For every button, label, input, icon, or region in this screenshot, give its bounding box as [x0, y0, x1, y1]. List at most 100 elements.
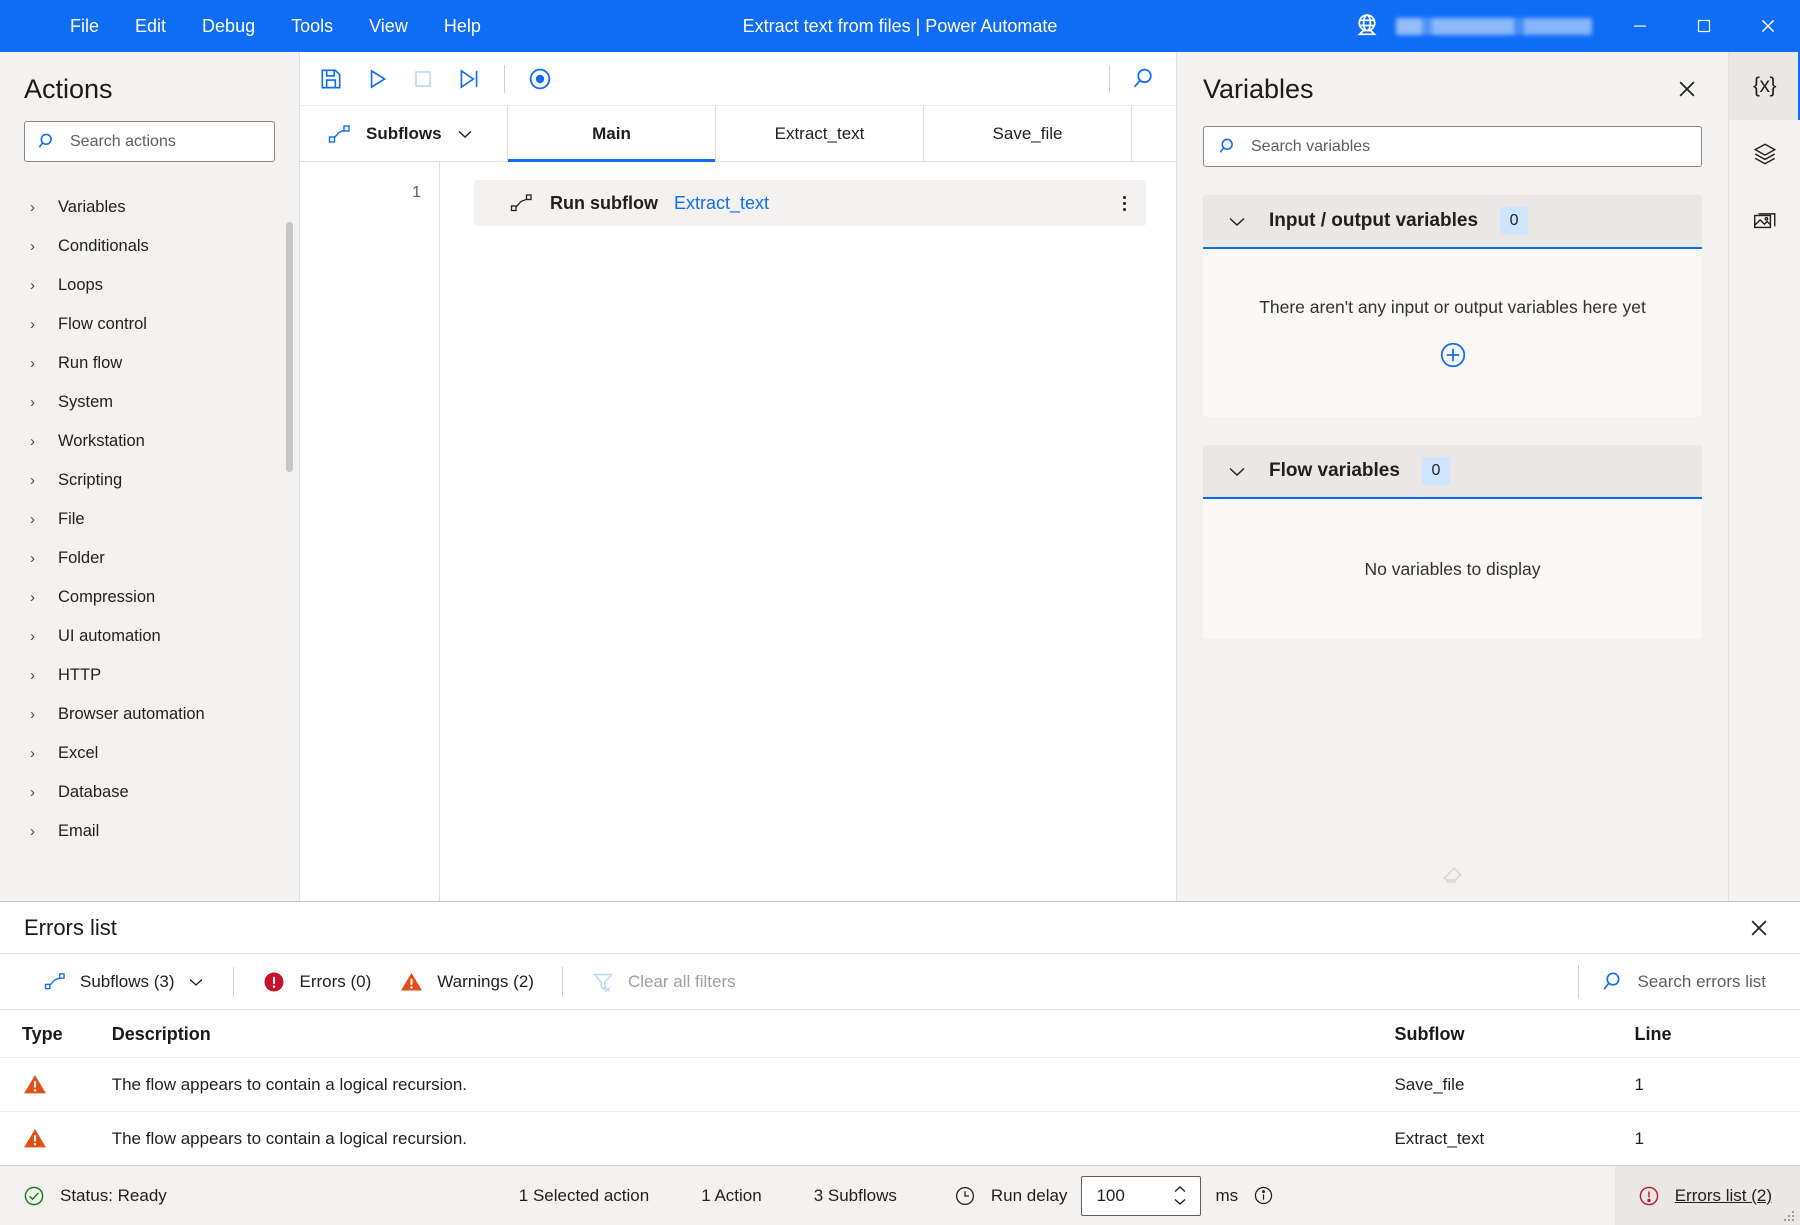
filter-label: Subflows (3) — [80, 971, 175, 991]
menu-view[interactable]: View — [351, 10, 426, 43]
flow-variables-header[interactable]: Flow variables 0 — [1203, 445, 1702, 499]
run-next-action-icon[interactable] — [446, 59, 492, 99]
tab-save-file[interactable]: Save_file — [924, 106, 1132, 161]
flow-variables-group: Flow variables 0 No variables to display — [1203, 445, 1702, 639]
subflows-label: Subflows — [366, 123, 442, 143]
close-icon[interactable] — [1738, 911, 1780, 945]
group-count-badge: 0 — [1421, 457, 1450, 485]
designer-toolbar — [300, 52, 1176, 106]
line-number: 1 — [412, 184, 421, 201]
tab-main[interactable]: Main — [508, 106, 716, 162]
actions-group-scripting[interactable]: › Scripting — [0, 461, 299, 500]
rail-ui-elements-icon[interactable] — [1729, 120, 1800, 188]
search-icon[interactable] — [1120, 59, 1166, 99]
chevron-down-icon — [1227, 215, 1247, 228]
actions-group-conditionals[interactable]: › Conditionals — [0, 227, 299, 266]
save-icon[interactable] — [308, 59, 354, 99]
add-variable-icon[interactable] — [1438, 340, 1468, 370]
actions-group-file[interactable]: › File — [0, 500, 299, 539]
actions-group-email[interactable]: › Email — [0, 812, 299, 851]
chevron-right-icon: › — [30, 745, 35, 762]
empty-message: No variables to display — [1364, 558, 1541, 579]
actions-group-label: HTTP — [58, 666, 102, 684]
actions-scrollbar-thumb[interactable] — [286, 222, 293, 472]
subflow-icon — [510, 193, 534, 213]
group-count-badge: 0 — [1500, 207, 1529, 235]
errors-list-heading: Errors list — [24, 914, 117, 940]
search-actions-input[interactable]: Search actions — [24, 121, 275, 162]
table-row[interactable]: The flow appears to contain a logical re… — [0, 1111, 1800, 1165]
actions-group-label: Browser automation — [58, 705, 205, 723]
actions-group-folder[interactable]: › Folder — [0, 539, 299, 578]
actions-group-variables[interactable]: › Variables — [0, 188, 299, 227]
clear-all-filters-button[interactable]: Clear all filters — [577, 964, 750, 1000]
menu-debug[interactable]: Debug — [184, 10, 273, 43]
action-row-run-subflow[interactable]: Run subflow Extract_text — [474, 180, 1146, 226]
subflow-count: 3 Subflows — [813, 1185, 897, 1205]
run-delay-stepper[interactable]: 100 — [1081, 1175, 1202, 1216]
actions-group-label: Folder — [58, 549, 105, 567]
errors-list-status-button[interactable]: Errors list (2) — [1614, 1166, 1800, 1225]
action-label: Run subflow — [550, 192, 658, 213]
rail-variables-icon[interactable]: {x} — [1728, 52, 1800, 120]
menu-help[interactable]: Help — [426, 10, 499, 43]
info-icon[interactable] — [1252, 1184, 1275, 1207]
actions-group-http[interactable]: › HTTP — [0, 656, 299, 695]
input-output-variables-body: There aren't any input or output variabl… — [1203, 249, 1702, 417]
action-more-menu-icon[interactable] — [1117, 190, 1132, 217]
input-output-variables-header[interactable]: Input / output variables 0 — [1203, 195, 1702, 249]
table-row[interactable]: The flow appears to contain a logical re… — [0, 1057, 1800, 1112]
actions-group-workstation[interactable]: › Workstation — [0, 422, 299, 461]
right-rail: {x} — [1728, 52, 1800, 901]
menu-tools[interactable]: Tools — [273, 10, 351, 43]
minimize-button[interactable] — [1608, 0, 1672, 52]
row-description-cell: The flow appears to contain a logical re… — [111, 1057, 1395, 1112]
actions-group-run-flow[interactable]: › Run flow — [0, 344, 299, 383]
maximize-button[interactable] — [1672, 0, 1736, 52]
actions-group-browser-automation[interactable]: › Browser automation — [0, 695, 299, 734]
chevron-right-icon: › — [30, 784, 35, 801]
account-area[interactable] — [1352, 11, 1608, 41]
errors-list-status-label: Errors list (2) — [1674, 1185, 1772, 1205]
chevron-down-icon — [1227, 465, 1247, 478]
chevron-right-icon: › — [30, 628, 35, 645]
actions-group-label: Flow control — [58, 315, 147, 333]
actions-group-system[interactable]: › System — [0, 383, 299, 422]
rail-images-icon[interactable] — [1729, 188, 1800, 256]
actions-group-excel[interactable]: › Excel — [0, 734, 299, 773]
stepper-arrows[interactable] — [1172, 1177, 1188, 1215]
eraser-icon[interactable] — [1438, 859, 1468, 887]
record-icon[interactable] — [517, 59, 563, 99]
clear-all-filters-label: Clear all filters — [627, 971, 736, 991]
run-icon[interactable] — [354, 59, 400, 99]
stop-icon[interactable] — [400, 59, 446, 99]
actions-group-flow-control[interactable]: › Flow control — [0, 305, 299, 344]
group-title: Flow variables — [1269, 460, 1400, 481]
filter-warnings[interactable]: Warnings (2) — [385, 964, 548, 1000]
resize-grip[interactable] — [1780, 1207, 1796, 1223]
variables-pane: Variables Search variables Input / outpu… — [1176, 52, 1728, 901]
subflows-dropdown[interactable]: Subflows — [300, 106, 508, 161]
row-type-cell — [0, 1057, 112, 1112]
errors-table-header-row: Type Description Subflow Line — [0, 1010, 1800, 1058]
search-errors-input[interactable]: Search errors list — [1601, 970, 1800, 993]
chevron-right-icon: › — [30, 394, 35, 411]
column-header-type: Type — [0, 1010, 112, 1058]
close-icon[interactable] — [1668, 72, 1706, 106]
filter-errors[interactable]: Errors (0) — [248, 964, 385, 1000]
chevron-right-icon: › — [30, 433, 35, 450]
filter-subflows[interactable]: Subflows (3) — [30, 966, 219, 998]
menu-edit[interactable]: Edit — [117, 10, 184, 43]
actions-group-compression[interactable]: › Compression — [0, 578, 299, 617]
tab-extract-text[interactable]: Extract_text — [716, 106, 924, 161]
menu-file[interactable]: File — [52, 10, 117, 43]
search-variables-input[interactable]: Search variables — [1203, 126, 1702, 167]
close-button[interactable] — [1736, 0, 1800, 52]
actions-group-ui-automation[interactable]: › UI automation — [0, 617, 299, 656]
filter-label: Warnings (2) — [437, 971, 534, 991]
actions-group-label: Run flow — [58, 354, 123, 372]
column-header-description: Description — [111, 1010, 1395, 1058]
actions-group-database[interactable]: › Database — [0, 773, 299, 812]
actions-group-loops[interactable]: › Loops — [0, 266, 299, 305]
input-output-variables-group: Input / output variables 0 There aren't … — [1203, 195, 1702, 417]
